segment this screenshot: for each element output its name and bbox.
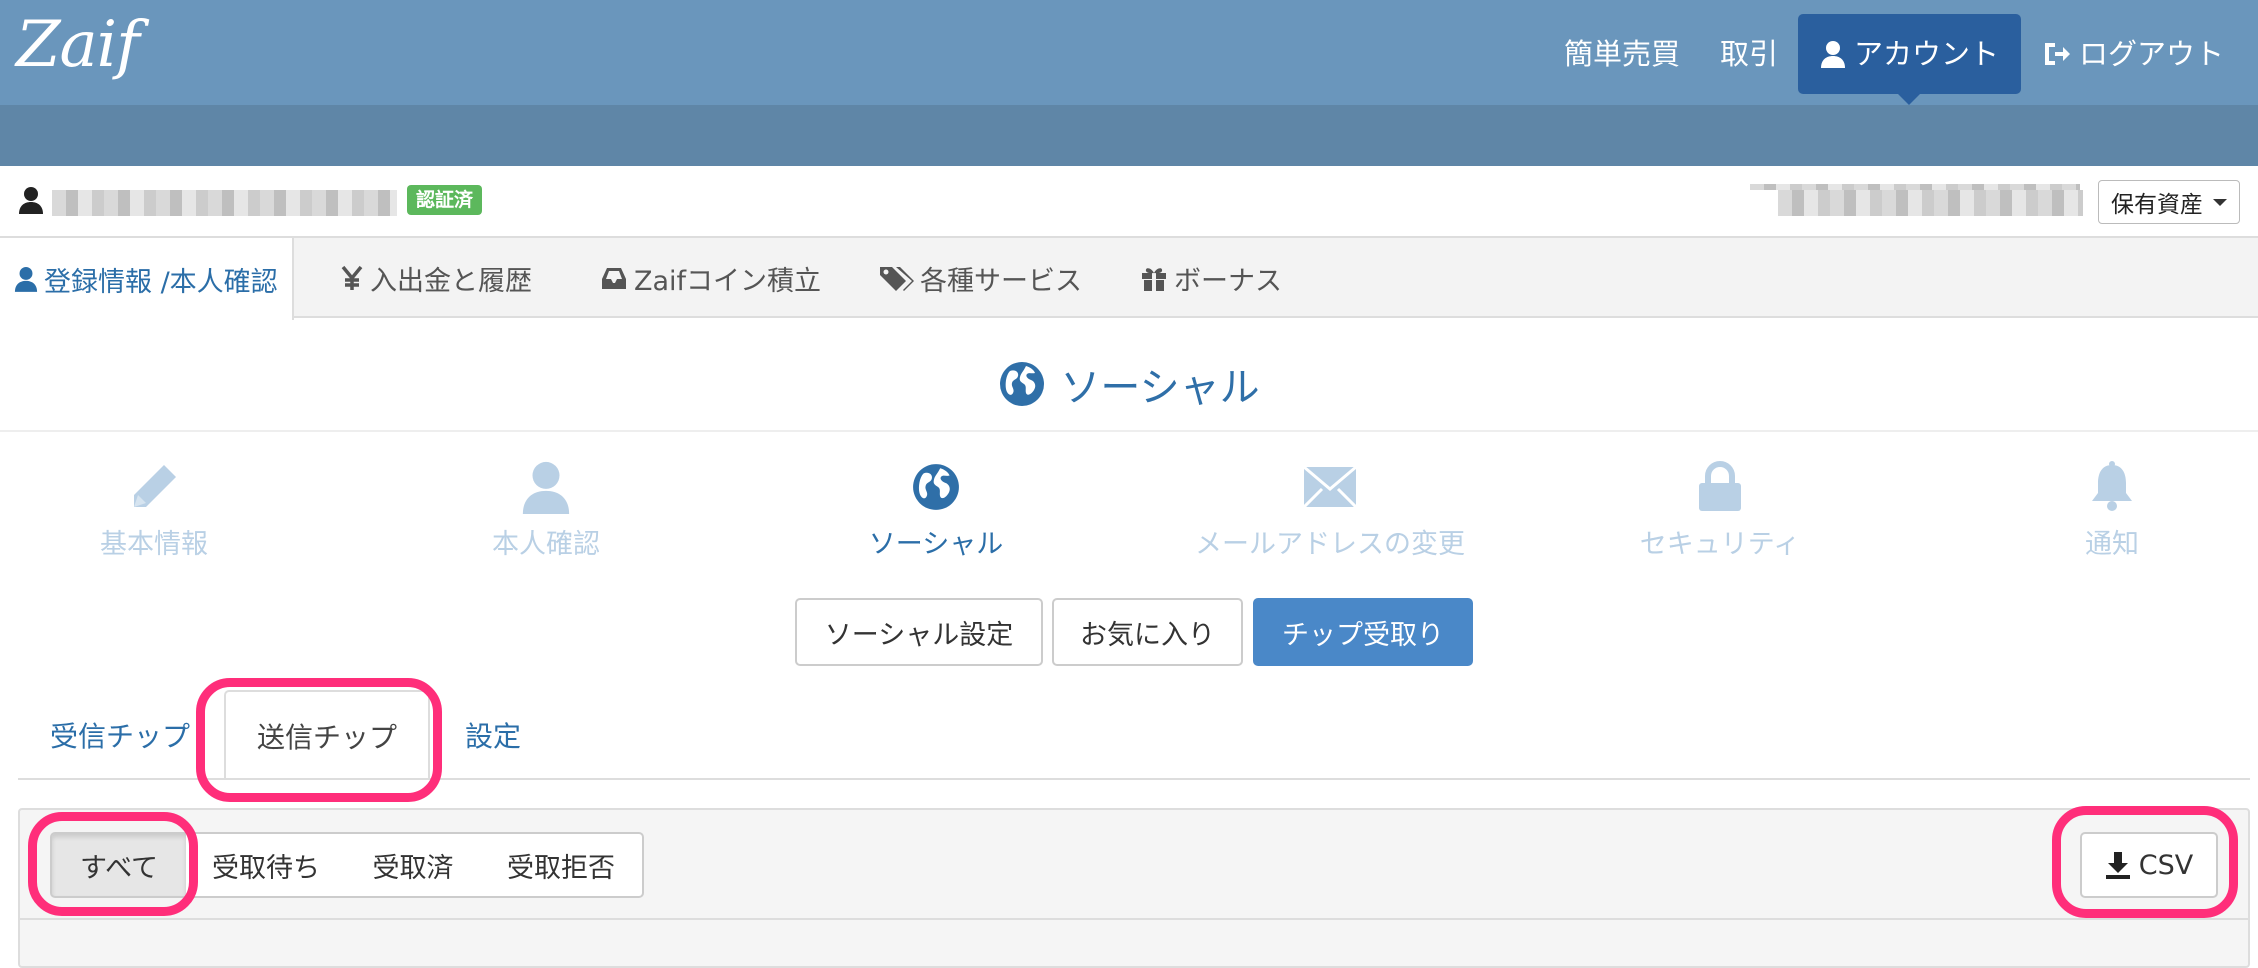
envelope-icon (1303, 466, 1357, 508)
step-email-change-label: メールアドレスの変更 (1195, 529, 1465, 560)
tab-zaif-coin-label: Zaifコイン積立 (634, 265, 822, 297)
nav-simple-trade[interactable]: 簡単売買 (1544, 14, 1700, 94)
step-identity[interactable]: 本人確認 (396, 458, 696, 561)
social-settings-button[interactable]: ソーシャル設定 (795, 598, 1043, 666)
top-navbar: Zaif 簡単売買 取引 アカウント ログアウト (0, 0, 2258, 105)
step-social-label: ソーシャル (868, 529, 1004, 560)
bell-icon (2092, 461, 2132, 511)
nav-account[interactable]: アカウント (1797, 14, 2021, 105)
nav-logout-label: ログアウト (2078, 37, 2224, 71)
user-icon (14, 267, 38, 292)
subtab-settings[interactable]: 設定 (446, 690, 540, 780)
csv-download-button[interactable]: CSV (2080, 832, 2218, 898)
inbox-icon (602, 268, 626, 289)
yen-icon (341, 265, 363, 290)
tab-zaif-coin[interactable]: Zaifコイン積立 (600, 238, 821, 318)
pencil-icon (134, 465, 176, 507)
redacted-asset-value (1778, 190, 2083, 216)
zaif-logo[interactable]: Zaif (16, 10, 140, 80)
top-menu: 簡単売買 取引 アカウント ログアウト (1544, 14, 2244, 105)
section-title-text: ソーシャル (1060, 365, 1260, 411)
sub-header-bar (0, 105, 2258, 166)
favorites-button[interactable]: お気に入り (1052, 598, 1243, 666)
filter-received-button[interactable]: 受取済 (346, 832, 482, 898)
nav-trade[interactable]: 取引 (1700, 14, 1798, 94)
logout-icon (2044, 43, 2070, 65)
step-identity-label: 本人確認 (492, 529, 600, 560)
panel-divider (20, 918, 2250, 920)
user-icon (19, 187, 43, 214)
tab-services[interactable]: 各種サービス (878, 238, 1082, 318)
globe-icon (1000, 362, 1045, 406)
step-security[interactable]: セキュリティ (1570, 458, 1870, 561)
tags-icon (880, 267, 914, 291)
verified-badge: 認証済 (407, 185, 483, 215)
step-social[interactable]: ソーシャル (786, 458, 1086, 561)
step-email-change[interactable]: メールアドレスの変更 (1180, 458, 1480, 561)
nav-logout[interactable]: ログアウト (2021, 14, 2244, 94)
step-basic-info-label: 基本情報 (100, 529, 208, 560)
nav-account-label: アカウント (1853, 37, 1999, 71)
filter-all-button[interactable]: すべて (50, 832, 188, 898)
gift-icon (1142, 268, 1166, 291)
section-title: ソーシャル (0, 355, 2258, 413)
user-bar: 認証済 保有資産 (0, 166, 2258, 238)
nav-simple-trade-label: 簡単売買 (1563, 37, 1680, 71)
globe-icon (913, 464, 959, 510)
assets-dropdown-label: 保有資産 (2111, 192, 2203, 218)
step-notifications[interactable]: 通知 (1962, 458, 2258, 561)
tab-deposit-history[interactable]: 入出金と履歴 (340, 238, 532, 318)
nav-trade-label: 取引 (1719, 37, 1778, 71)
subtab-received-tips[interactable]: 受信チップ (30, 690, 210, 780)
step-basic-info[interactable]: 基本情報 (4, 458, 304, 561)
csv-download-label: CSV (2138, 849, 2194, 881)
user-icon (1820, 41, 1845, 68)
tab-services-label: 各種サービス (920, 265, 1082, 297)
subtab-underline (18, 778, 2250, 780)
subtab-sent-tips[interactable]: 送信チップ (224, 690, 430, 780)
account-tabs: 登録情報 /本人確認 入出金と履歴 Zaifコイン積立 各種サービス ボーナス (0, 238, 2258, 320)
divider (0, 430, 2258, 432)
tab-registration[interactable]: 登録情報 /本人確認 (0, 238, 294, 320)
step-security-label: セキュリティ (1639, 529, 1801, 560)
tab-bonus-label: ボーナス (1174, 265, 1282, 297)
user-icon (522, 461, 570, 514)
tab-registration-label: 登録情報 /本人確認 (44, 266, 278, 298)
tip-receive-button[interactable]: チップ受取り (1253, 598, 1473, 666)
filter-pending-button[interactable]: 受取待ち (186, 832, 348, 898)
lock-icon (1699, 461, 1741, 511)
tab-bonus[interactable]: ボーナス (1140, 238, 1282, 318)
filter-rejected-button[interactable]: 受取拒否 (480, 832, 644, 898)
assets-dropdown[interactable]: 保有資産 (2098, 180, 2240, 224)
step-notifications-label: 通知 (2085, 529, 2139, 560)
tab-deposit-history-label: 入出金と履歴 (370, 265, 532, 297)
download-icon (2105, 852, 2130, 879)
redacted-username (52, 190, 397, 216)
caret-down-icon (2213, 198, 2227, 206)
